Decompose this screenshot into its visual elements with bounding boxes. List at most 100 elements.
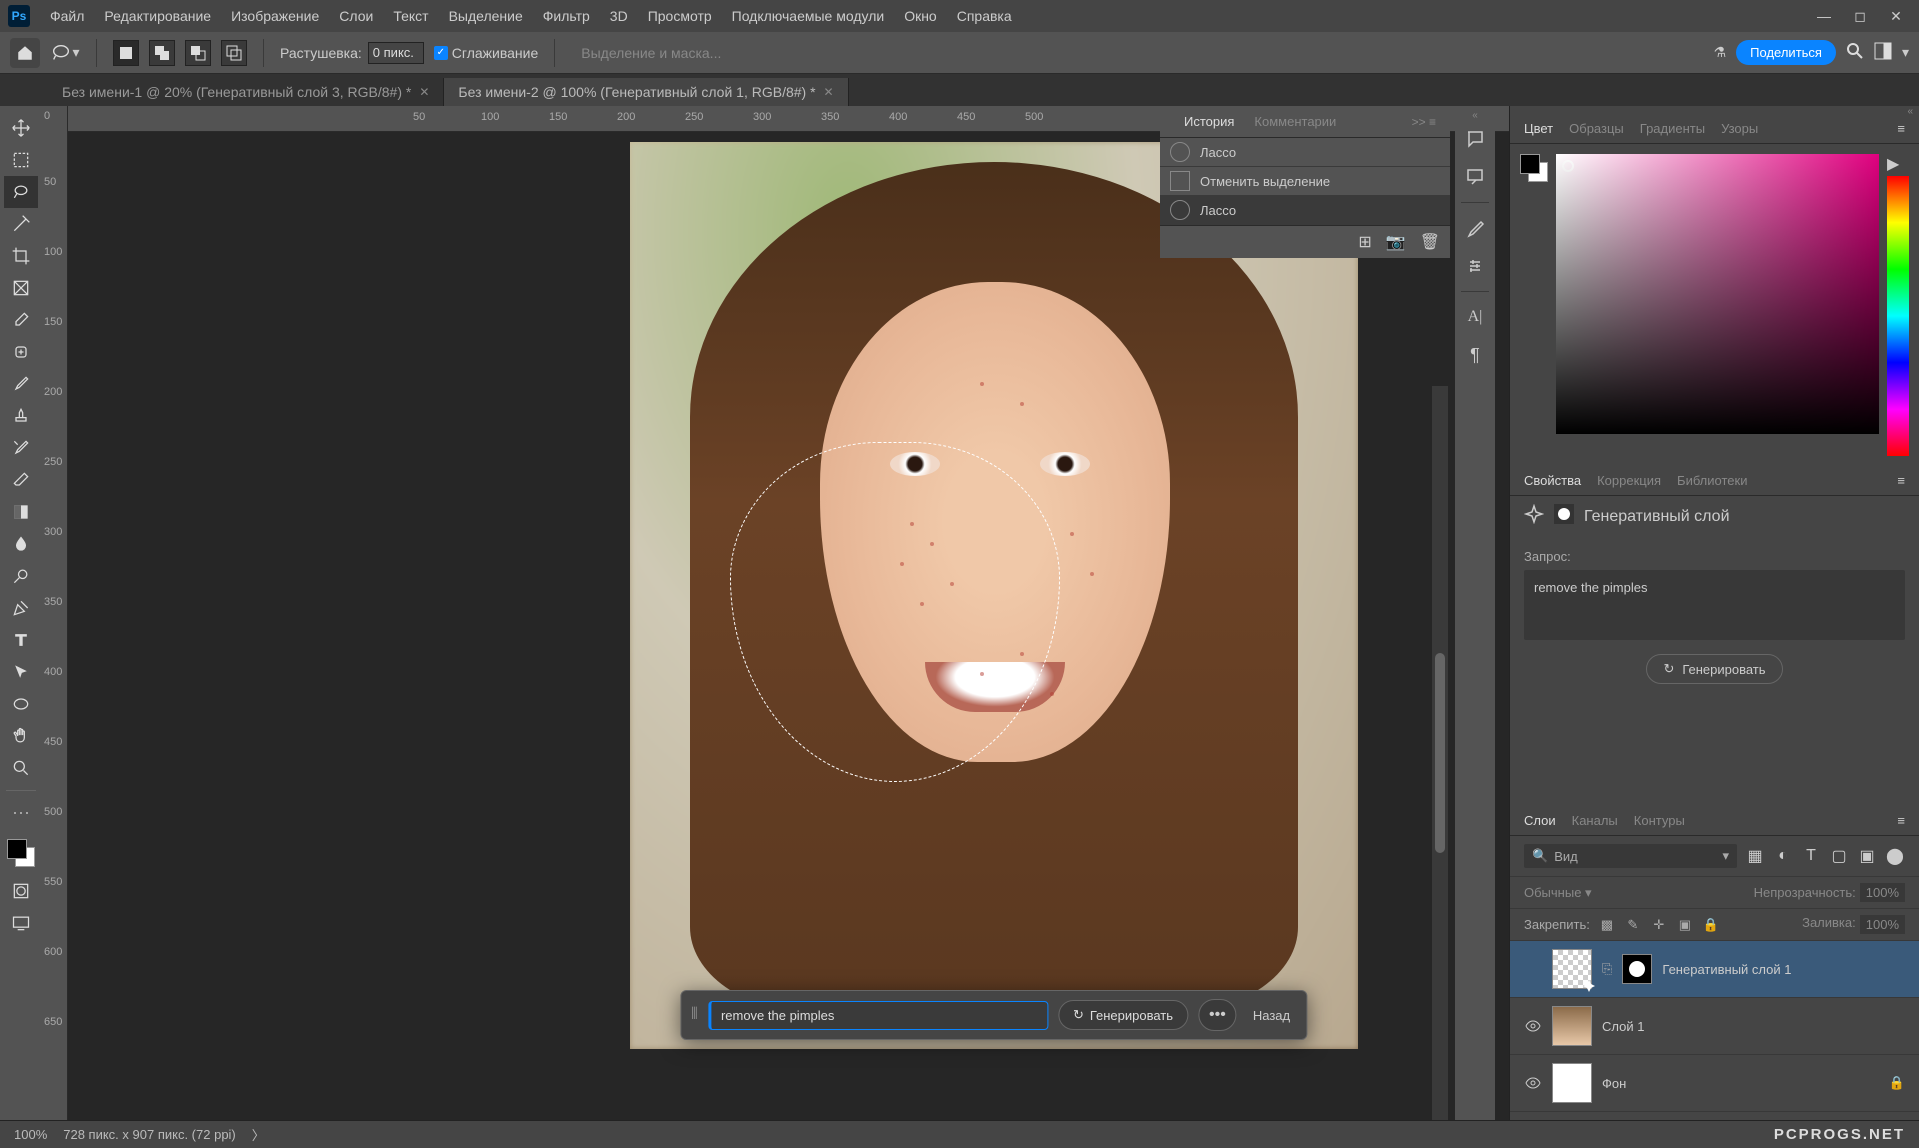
filter-type-icon[interactable]: T [1801, 846, 1821, 866]
menu-view[interactable]: Просмотр [638, 8, 722, 24]
layers-tab[interactable]: Слои [1524, 813, 1556, 828]
lock-artboard-icon[interactable]: ▣ [1676, 916, 1694, 934]
layer-thumbnail[interactable] [1552, 1006, 1592, 1046]
menu-plugins[interactable]: Подключаемые модули [722, 8, 895, 24]
character-panel-icon[interactable]: A| [1458, 300, 1492, 334]
layer-name[interactable]: Слой 1 [1602, 1019, 1644, 1034]
hue-arrow-icon[interactable]: ▶ [1887, 154, 1909, 174]
history-tab[interactable]: История [1174, 114, 1244, 129]
color-swatches-mini[interactable] [1520, 154, 1548, 182]
drag-handle-icon[interactable]: ⦀ [691, 1006, 698, 1024]
path-select-tool[interactable] [4, 656, 38, 688]
comments-icon-2[interactable] [1458, 160, 1492, 194]
workspace-icon[interactable] [1874, 42, 1892, 63]
magic-wand-tool[interactable] [4, 208, 38, 240]
fill-input[interactable]: 100% [1860, 915, 1905, 934]
menu-filter[interactable]: Фильтр [533, 8, 600, 24]
brush-tool[interactable] [4, 368, 38, 400]
selection-add[interactable] [149, 40, 175, 66]
layer-name[interactable]: Генеративный слой 1 [1662, 962, 1791, 977]
generate-button-panel[interactable]: ↻Генерировать [1646, 654, 1782, 684]
close-tab-icon[interactable]: ✕ [419, 85, 429, 99]
eraser-tool[interactable] [4, 464, 38, 496]
color-swatches[interactable] [7, 839, 35, 867]
marquee-tool[interactable] [4, 144, 38, 176]
blur-tool[interactable] [4, 528, 38, 560]
filter-smart-icon[interactable]: ▣ [1857, 846, 1877, 866]
feather-input[interactable] [368, 42, 424, 64]
visibility-toggle[interactable] [1524, 1017, 1542, 1035]
history-item[interactable]: Лассо [1160, 196, 1450, 225]
gradient-tool[interactable] [4, 496, 38, 528]
comments-icon[interactable] [1458, 122, 1492, 156]
menu-window[interactable]: Окно [894, 8, 947, 24]
canvas-image[interactable] [630, 142, 1358, 1049]
minimize-button[interactable]: — [1815, 7, 1833, 25]
history-item[interactable]: Отменить выделение [1160, 167, 1450, 196]
layer-thumbnail[interactable] [1552, 1063, 1592, 1103]
zoom-tool[interactable] [4, 752, 38, 784]
blend-mode-dropdown[interactable]: Обычные ▾ [1524, 885, 1592, 901]
libraries-tab[interactable]: Библиотеки [1677, 473, 1747, 488]
crop-tool[interactable] [4, 240, 38, 272]
menu-edit[interactable]: Редактирование [94, 8, 221, 24]
lasso-tool[interactable] [4, 176, 38, 208]
lock-transparency-icon[interactable]: ▩ [1598, 916, 1616, 934]
antialias-checkbox[interactable]: ✓Сглаживание [434, 45, 538, 61]
filter-adjustment-icon[interactable]: ◐ [1773, 846, 1793, 866]
move-tool[interactable] [4, 112, 38, 144]
panel-menu-icon[interactable]: ≡ [1897, 473, 1905, 488]
filter-toggle[interactable]: ⬤ [1885, 846, 1905, 866]
visibility-toggle[interactable] [1524, 1074, 1542, 1092]
gradients-tab[interactable]: Градиенты [1640, 121, 1705, 136]
filter-pixel-icon[interactable]: ▦ [1745, 846, 1765, 866]
selection-new[interactable] [113, 40, 139, 66]
menu-file[interactable]: Файл [40, 8, 94, 24]
healing-brush-tool[interactable] [4, 336, 38, 368]
adjustments-tab[interactable]: Коррекция [1597, 473, 1661, 488]
beaker-icon[interactable]: ⚗ [1714, 44, 1727, 61]
new-doc-from-state-icon[interactable]: ⊞ [1358, 232, 1371, 252]
prompt-input[interactable] [708, 1001, 1048, 1030]
selection-intersect[interactable] [221, 40, 247, 66]
generate-button[interactable]: ↻Генерировать [1058, 1000, 1188, 1030]
layer-item[interactable]: Слой 1 [1510, 998, 1919, 1055]
swatches-tab[interactable]: Образцы [1569, 121, 1624, 136]
menu-image[interactable]: Изображение [221, 8, 329, 24]
quick-mask-toggle[interactable] [4, 875, 38, 907]
layer-name[interactable]: Фон [1602, 1076, 1626, 1091]
collapse-panel-icon[interactable]: >> ≡ [1412, 115, 1436, 129]
menu-text[interactable]: Текст [383, 8, 438, 24]
eyedropper-tool[interactable] [4, 304, 38, 336]
filter-shape-icon[interactable]: ▢ [1829, 846, 1849, 866]
close-tab-icon[interactable]: ✕ [824, 85, 834, 99]
shape-tool[interactable] [4, 688, 38, 720]
frame-tool[interactable] [4, 272, 38, 304]
current-tool-icon[interactable]: ▾ [50, 42, 80, 64]
patterns-tab[interactable]: Узоры [1721, 121, 1758, 136]
close-button[interactable]: ✕ [1887, 7, 1905, 25]
dodge-tool[interactable] [4, 560, 38, 592]
lock-position-icon[interactable]: ✛ [1650, 916, 1668, 934]
brush-panel-icon[interactable] [1458, 211, 1492, 245]
properties-tab[interactable]: Свойства [1524, 473, 1581, 488]
doc-info[interactable]: 728 пикс. x 907 пикс. (72 ppi) [63, 1127, 236, 1142]
panel-menu-icon[interactable]: ≡ [1897, 813, 1905, 828]
pen-tool[interactable] [4, 592, 38, 624]
history-item[interactable]: Лассо [1160, 138, 1450, 167]
edit-toolbar[interactable]: ⋯ [4, 797, 38, 829]
screen-mode-toggle[interactable] [4, 907, 38, 939]
layer-item[interactable]: ⎘ Генеративный слой 1 [1510, 941, 1919, 998]
zoom-level[interactable]: 100% [14, 1127, 47, 1142]
color-picker-field[interactable] [1556, 154, 1879, 434]
back-button[interactable]: Назад [1247, 1008, 1296, 1023]
panel-menu-icon[interactable]: ≡ [1897, 121, 1905, 136]
doc-tab-2[interactable]: Без имени-2 @ 100% (Генеративный слой 1,… [444, 78, 848, 106]
home-button[interactable] [10, 38, 40, 68]
lock-all-icon[interactable]: 🔒 [1702, 916, 1720, 934]
history-brush-tool[interactable] [4, 432, 38, 464]
search-icon[interactable] [1846, 42, 1864, 63]
lock-pixels-icon[interactable]: ✎ [1624, 916, 1642, 934]
select-and-mask-button[interactable]: Выделение и маска... [571, 41, 731, 65]
layer-item[interactable]: Фон 🔒 [1510, 1055, 1919, 1112]
